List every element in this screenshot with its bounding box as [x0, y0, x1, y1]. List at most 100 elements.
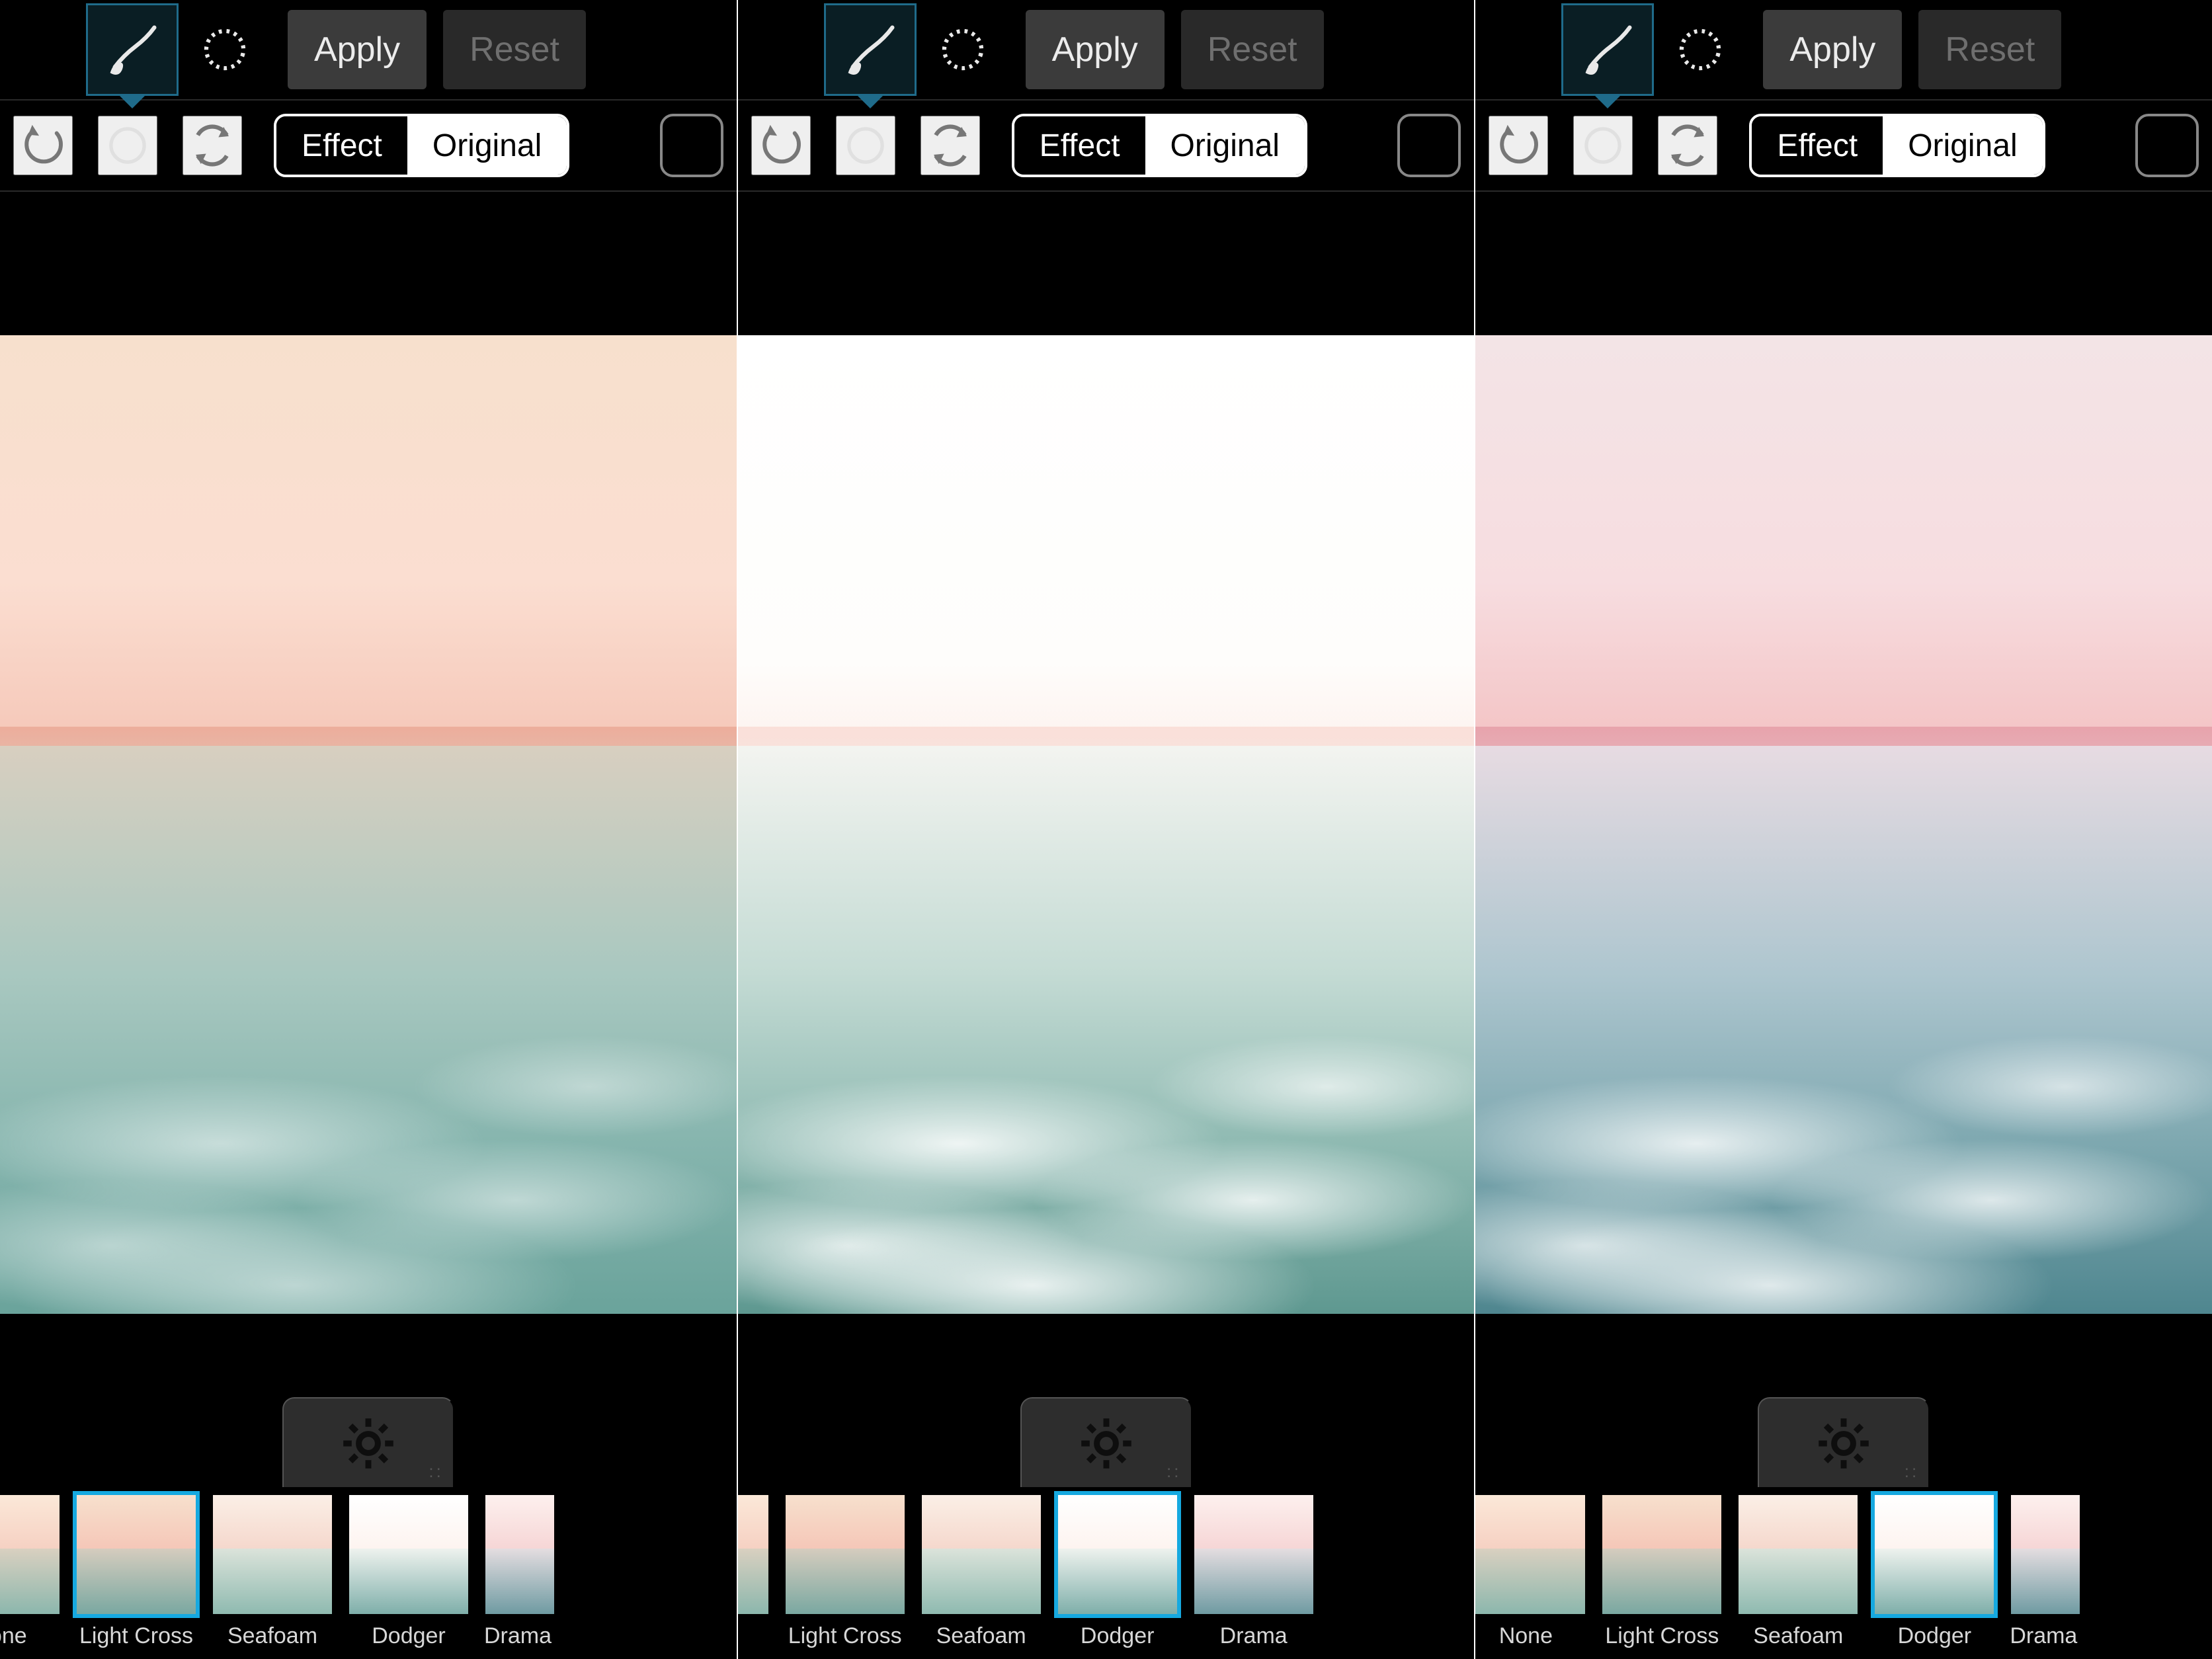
filter-label: None: [0, 1623, 27, 1649]
segment-original[interactable]: Original: [407, 116, 567, 175]
settings-tab-button[interactable]: ::: [282, 1397, 454, 1490]
filter-item-light-cross[interactable]: Light Cross: [73, 1491, 200, 1649]
undo-button[interactable]: [13, 116, 73, 175]
filter-item-none[interactable]: None: [738, 1491, 772, 1649]
effect-original-toggle: Effect Original: [1012, 114, 1307, 177]
brush-icon: [841, 20, 899, 79]
reset-button[interactable]: Reset: [443, 10, 586, 89]
redo-cycle-button[interactable]: [183, 116, 242, 175]
drag-dots-icon: ::: [429, 1461, 443, 1482]
redo-cycle-button[interactable]: [921, 116, 980, 175]
filter-item-drama[interactable]: Drama: [481, 1491, 554, 1649]
compare-toggle-button[interactable]: [660, 114, 723, 177]
canvas-area: [738, 192, 1475, 1404]
undo-button[interactable]: [751, 116, 811, 175]
circle-icon: [844, 124, 887, 167]
filter-thumb: [481, 1491, 554, 1618]
segment-effect[interactable]: Effect: [276, 116, 407, 175]
redo-cycle-icon: [924, 120, 976, 171]
settings-tab-button[interactable]: ::: [1020, 1397, 1192, 1490]
redo-cycle-icon: [1662, 120, 1713, 171]
filter-item-none[interactable]: None: [1475, 1491, 1589, 1649]
gear-icon: [339, 1414, 398, 1473]
apply-button[interactable]: Apply: [1026, 10, 1165, 89]
brush-tool-button[interactable]: [824, 3, 917, 96]
filter-item-seafoam[interactable]: Seafoam: [1735, 1491, 1862, 1649]
filter-label: Seafoam: [227, 1623, 317, 1649]
image-preview[interactable]: [1475, 335, 2212, 1314]
redo-cycle-button[interactable]: [1658, 116, 1717, 175]
filter-filmstrip[interactable]: None Light Cross Seafoam Dodger Drama: [1475, 1487, 2212, 1659]
effect-original-toggle: Effect Original: [274, 114, 569, 177]
secondary-toolbar: Effect Original: [0, 99, 737, 192]
compare-toggle-button[interactable]: [1397, 114, 1461, 177]
secondary-toolbar: Effect Original: [738, 99, 1475, 192]
apply-button[interactable]: Apply: [1763, 10, 1902, 89]
gear-icon: [1077, 1414, 1136, 1473]
lasso-circle-icon: [1674, 24, 1726, 75]
segment-effect[interactable]: Effect: [1752, 116, 1883, 175]
shape-circle-button[interactable]: [1573, 116, 1633, 175]
shape-circle-button[interactable]: [98, 116, 157, 175]
filter-thumb: [1598, 1491, 1725, 1618]
reset-button[interactable]: Reset: [1181, 10, 1324, 89]
filter-label: Light Cross: [79, 1623, 193, 1649]
filter-filmstrip[interactable]: None Light Cross Seafoam Dodger Drama: [0, 1487, 737, 1659]
filter-thumb: [782, 1491, 909, 1618]
segment-effect[interactable]: Effect: [1014, 116, 1145, 175]
gear-icon: [1814, 1414, 1873, 1473]
triple-screenshot-row: Apply Reset Effect Original: [0, 0, 2212, 1659]
filter-label: Drama: [2010, 1623, 2077, 1649]
filter-item-light-cross[interactable]: Light Cross: [782, 1491, 909, 1649]
shape-circle-button[interactable]: [836, 116, 895, 175]
filter-label: Seafoam: [936, 1623, 1026, 1649]
undo-button[interactable]: [1489, 116, 1548, 175]
filter-item-none[interactable]: None: [0, 1491, 63, 1649]
canvas-area: [0, 192, 737, 1404]
filter-thumb: [1871, 1491, 1998, 1618]
filter-item-light-cross[interactable]: Light Cross: [1598, 1491, 1725, 1649]
settings-tab-button[interactable]: ::: [1758, 1397, 1930, 1490]
secondary-toolbar: Effect Original: [1475, 99, 2212, 192]
undo-icon: [19, 121, 67, 170]
filter-item-drama[interactable]: Drama: [1190, 1491, 1317, 1649]
filter-thumb: [345, 1491, 472, 1618]
filter-thumb: [918, 1491, 1045, 1618]
lasso-tool-button[interactable]: [179, 3, 271, 96]
filter-label: Light Cross: [788, 1623, 902, 1649]
image-preview[interactable]: [738, 335, 1475, 1314]
brush-tool-button[interactable]: [86, 3, 179, 96]
segment-original[interactable]: Original: [1883, 116, 2042, 175]
filter-label: Dodger: [372, 1623, 446, 1649]
segment-original[interactable]: Original: [1145, 116, 1305, 175]
filter-item-dodger[interactable]: Dodger: [345, 1491, 472, 1649]
filter-label: Light Cross: [1605, 1623, 1719, 1649]
apply-button[interactable]: Apply: [288, 10, 427, 89]
app-panel-3: Apply Reset Effect Original :: None: [1475, 0, 2212, 1659]
lasso-tool-button[interactable]: [1654, 3, 1746, 96]
reset-button[interactable]: Reset: [1918, 10, 2061, 89]
drag-dots-icon: ::: [1905, 1461, 1919, 1482]
filter-thumb: [1475, 1491, 1589, 1618]
lasso-tool-button[interactable]: [917, 3, 1009, 96]
filter-thumb: [209, 1491, 336, 1618]
undo-icon: [757, 121, 805, 170]
filter-thumb: [1190, 1491, 1317, 1618]
filter-item-seafoam[interactable]: Seafoam: [209, 1491, 336, 1649]
filter-label: Seafoam: [1753, 1623, 1843, 1649]
image-preview[interactable]: [0, 335, 737, 1314]
filter-item-drama[interactable]: Drama: [2007, 1491, 2080, 1649]
filter-thumb: [73, 1491, 200, 1618]
filter-thumb: [1735, 1491, 1862, 1618]
top-toolbar: Apply Reset: [0, 0, 737, 99]
filter-item-dodger[interactable]: Dodger: [1871, 1491, 1998, 1649]
filter-item-seafoam[interactable]: Seafoam: [918, 1491, 1045, 1649]
lasso-circle-icon: [937, 24, 989, 75]
filter-filmstrip[interactable]: None Light Cross Seafoam Dodger Drama: [738, 1487, 1475, 1659]
compare-toggle-button[interactable]: [2135, 114, 2199, 177]
brush-tool-button[interactable]: [1561, 3, 1654, 96]
filter-label: Drama: [1220, 1623, 1288, 1649]
filter-thumb: [0, 1491, 63, 1618]
circle-icon: [106, 124, 149, 167]
filter-item-dodger[interactable]: Dodger: [1054, 1491, 1181, 1649]
